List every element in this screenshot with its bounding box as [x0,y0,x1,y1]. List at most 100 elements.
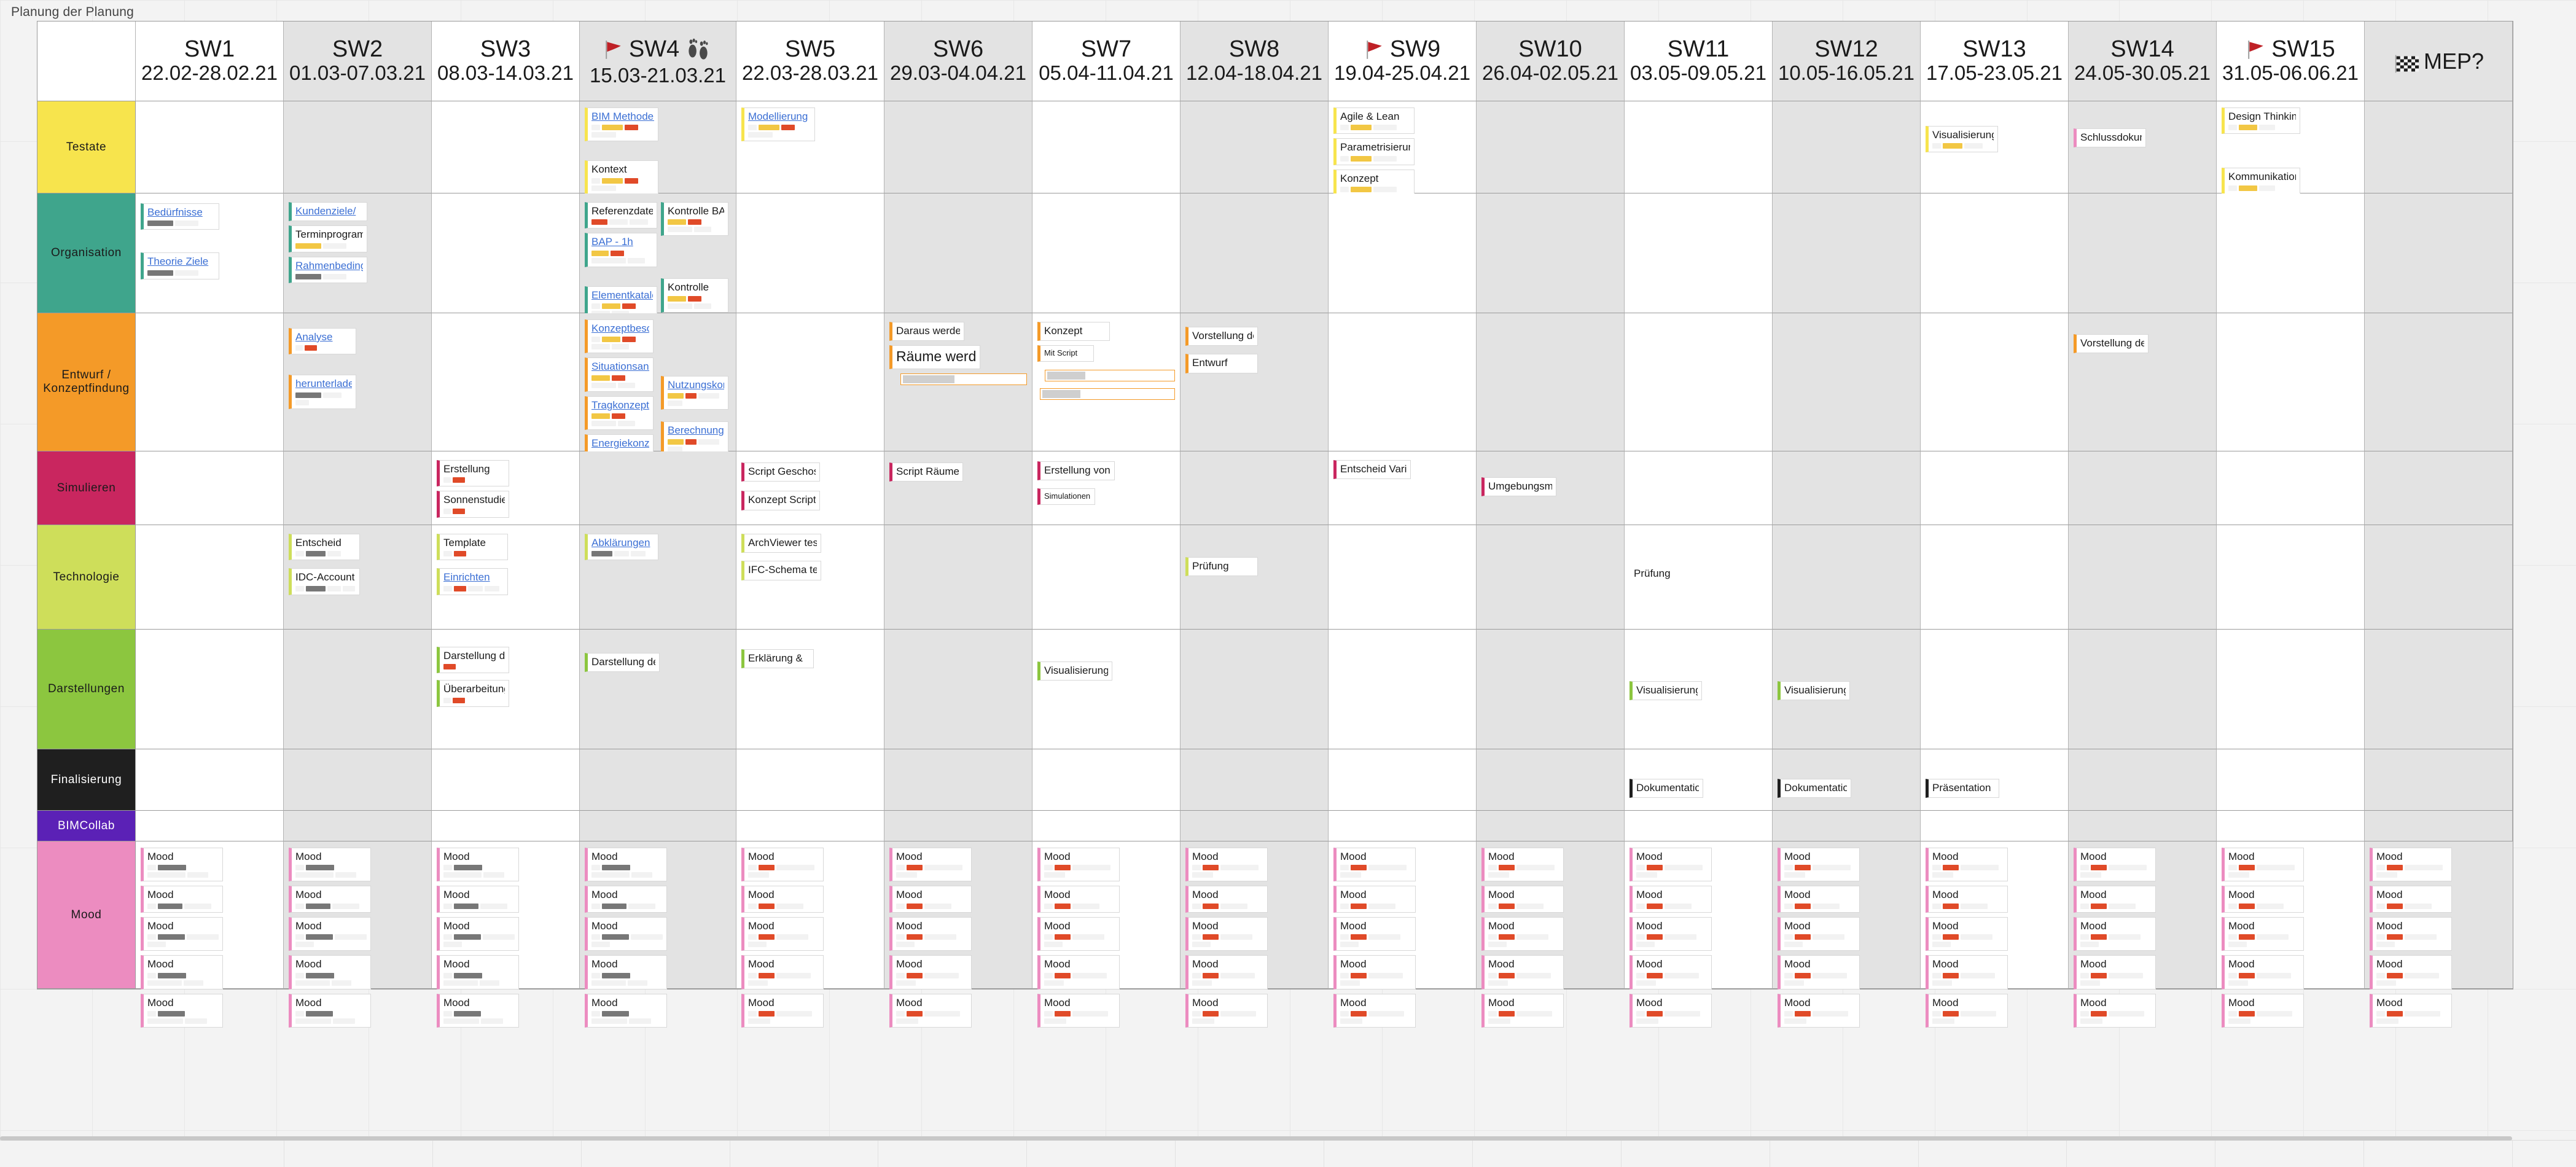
board-cell-technologie-mep[interactable] [2365,525,2513,630]
task-card[interactable]: Mit Script [1037,345,1094,362]
mood-card[interactable]: Mood [289,916,371,951]
task-card[interactable]: Konzept [1333,169,1415,197]
mood-card[interactable]: Mood [889,993,972,1028]
board-cell-bimcollab-sw13[interactable] [1921,811,2069,841]
task-card[interactable]: Rahmenbedingun [289,256,367,284]
column-header-sw7[interactable]: SW7 05.04-11.04.21 [1032,21,1181,101]
task-card[interactable]: Template [437,534,508,561]
board-cell-organisation-mep[interactable] [2365,193,2513,313]
board-cell-entwurf-sw6[interactable]: Daraus werden Räume werden [884,313,1032,451]
board-cell-entwurf-sw12[interactable] [1773,313,1921,451]
mood-card[interactable]: Mood [289,886,371,913]
column-header-sw8[interactable]: SW8 12.04-18.04.21 [1181,21,1329,101]
board-cell-finalisierung-sw8[interactable] [1181,749,1329,811]
task-card[interactable]: Entscheid Variante [1333,460,1411,480]
board-cell-simulieren-sw7[interactable]: Erstellung von Simulationen [1032,451,1181,525]
mood-card[interactable]: Mood [889,886,972,913]
board-cell-entwurf-sw9[interactable] [1329,313,1477,451]
board-cell-finalisierung-sw10[interactable] [1477,749,1625,811]
task-card[interactable]: Analyse [289,328,356,355]
board-cell-organisation-sw1[interactable]: Bedürfnisse Theorie Ziele [136,193,284,313]
board-cell-organisation-sw14[interactable] [2069,193,2217,313]
board-cell-testate-sw12[interactable] [1773,101,1921,193]
board-cell-simulieren-sw15[interactable] [2217,451,2365,525]
mood-card[interactable]: Mood [741,993,824,1028]
mood-card[interactable]: Mood [1185,993,1268,1028]
mood-card[interactable]: Mood [2074,886,2156,913]
board-cell-simulieren-sw1[interactable] [136,451,284,525]
board-cell-entwurf-sw11[interactable] [1625,313,1773,451]
board-cell-bimcollab-sw5[interactable] [736,811,884,841]
board-cell-mood-sw2[interactable]: Mood Mood Mood Mood Mood [284,841,432,1028]
mood-card[interactable]: Mood [585,848,667,882]
board-cell-testate-mep[interactable] [2365,101,2513,193]
board-cell-finalisierung-sw5[interactable] [736,749,884,811]
mood-card[interactable]: Mood [1778,848,1860,882]
board-cell-darstellungen-sw15[interactable] [2217,630,2365,749]
board-cell-technologie-sw8[interactable]: Prüfung [1181,525,1329,630]
board-cell-darstellungen-sw14[interactable] [2069,630,2217,749]
task-card[interactable]: Design Thinking & [2222,107,2300,135]
board-cell-finalisierung-sw9[interactable] [1329,749,1477,811]
board-cell-darstellungen-sw1[interactable] [136,630,284,749]
board-cell-simulieren-sw10[interactable]: Umgebungsmodel [1477,451,1625,525]
task-card[interactable]: ArchViewer testen [741,534,821,553]
column-header-sw12[interactable]: SW12 10.05-16.05.21 [1773,21,1921,101]
task-card[interactable]: Prüfung [1630,564,1702,584]
task-card[interactable]: Simulationen [1037,488,1095,505]
board-cell-mood-sw4[interactable]: Mood Mood Mood Mood Mood [580,841,736,1028]
board-cell-mood-sw1[interactable]: Mood Mood Mood Mood Mood [136,841,284,1028]
mood-card[interactable]: Mood [2370,993,2452,1028]
board-cell-organisation-sw8[interactable] [1181,193,1329,313]
task-card[interactable]: Entwurf [1185,354,1258,373]
mood-card[interactable]: Mood [1778,916,1860,951]
board-cell-bimcollab-mep[interactable] [2365,811,2513,841]
board-cell-mood-sw15[interactable]: Mood Mood Mood Mood Mood [2217,841,2365,1028]
board-cell-darstellungen-mep[interactable] [2365,630,2513,749]
board-cell-simulieren-sw13[interactable] [1921,451,2069,525]
board-cell-mood-mep[interactable]: Mood Mood Mood Mood Mood [2365,841,2513,1028]
task-card[interactable]: Parametrisierung [1333,138,1415,165]
mood-card[interactable]: Mood [1037,848,1120,882]
board-cell-technologie-sw6[interactable] [884,525,1032,630]
task-card[interactable]: Modellierung [741,107,815,142]
mood-card[interactable]: Mood [289,848,371,882]
board-cell-darstellungen-sw2[interactable] [284,630,432,749]
mood-card[interactable]: Mood [1333,886,1416,913]
board-cell-simulieren-sw4[interactable] [580,451,736,525]
mood-card[interactable]: Mood [1333,993,1416,1028]
board-cell-technologie-sw2[interactable]: Entscheid IDC-Account [284,525,432,630]
column-header-sw13[interactable]: SW13 17.05-23.05.21 [1921,21,2069,101]
mood-card[interactable]: Mood [1481,848,1564,882]
board-cell-technologie-sw12[interactable] [1773,525,1921,630]
mood-card[interactable]: Mood [1185,955,1268,989]
mood-card[interactable]: Mood [1778,955,1860,989]
task-card[interactable]: BIM Methoden [585,107,658,142]
task-card[interactable]: Prüfung [1185,557,1258,577]
board-cell-darstellungen-sw7[interactable]: Visualisierung der [1032,630,1181,749]
mood-card[interactable]: Mood [1481,916,1564,951]
board-cell-entwurf-sw7[interactable]: Konzept Mit Script [1032,313,1181,451]
board-cell-darstellungen-sw13[interactable] [1921,630,2069,749]
mood-card[interactable]: Mood [2222,886,2304,913]
board-cell-bimcollab-sw14[interactable] [2069,811,2217,841]
board-cell-organisation-sw6[interactable] [884,193,1032,313]
board-cell-mood-sw14[interactable]: Mood Mood Mood Mood Mood [2069,841,2217,1028]
mood-card[interactable]: Mood [585,886,667,913]
board-cell-mood-sw5[interactable]: Mood Mood Mood Mood Mood [736,841,884,1028]
mood-card[interactable]: Mood [1630,993,1712,1028]
mood-card[interactable]: Mood [1630,848,1712,882]
board-cell-organisation-sw5[interactable] [736,193,884,313]
board-cell-entwurf-sw1[interactable] [136,313,284,451]
board-cell-technologie-sw5[interactable]: ArchViewer testen IFC-Schema testen [736,525,884,630]
task-card[interactable]: Schlussdokument [2074,128,2146,148]
board-cell-mood-sw12[interactable]: Mood Mood Mood Mood Mood [1773,841,1921,1028]
task-card[interactable]: Kontrolle BAP [661,202,728,236]
mood-card[interactable]: Mood [2074,848,2156,882]
board-cell-bimcollab-sw6[interactable] [884,811,1032,841]
board-cell-darstellungen-sw11[interactable]: Visualisierung [1625,630,1773,749]
board-cell-simulieren-mep[interactable] [2365,451,2513,525]
task-card[interactable]: Script Räume [889,463,963,482]
mood-card[interactable]: Mood [437,993,519,1028]
board-cell-bimcollab-sw8[interactable] [1181,811,1329,841]
